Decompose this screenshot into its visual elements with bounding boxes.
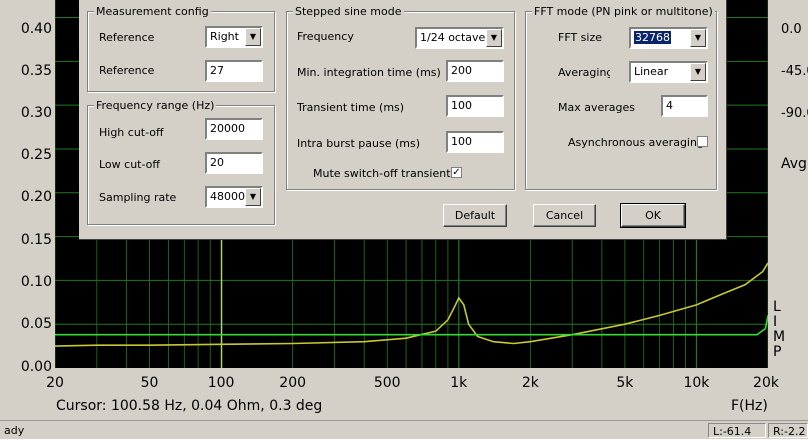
fft-size-value: 32768 [634,31,671,44]
stepped-sine-group: Stepped sine mode Frequency 1/24 octave … [286,5,515,190]
reference-value-input[interactable]: 27 [205,60,263,82]
y-tick: 0.00 [20,359,52,375]
default-button[interactable]: Default [443,204,507,227]
fft-size-select[interactable]: 32768 ▼ [629,27,708,49]
fft-mode-group: FFT mode (PN pink or multitone) FFT size… [525,5,717,190]
sampling-rate-label: Sampling rate [99,191,177,204]
group-title: Frequency range (Hz) [94,99,217,112]
x-tick: 20 [46,375,64,391]
y-tick: 0.20 [20,189,52,205]
y-tick: 0.35 [20,63,52,79]
y-tick: 0.15 [20,232,52,248]
max-averages-label: Max averages [558,101,635,114]
chevron-down-icon[interactable]: ▼ [245,28,261,46]
cursor-readout: Cursor: 100.58 Hz, 0.04 Ohm, 0.3 deg [56,398,323,414]
mute-transients-label: Mute switch-off transients [313,167,457,180]
analyzer-window: 0.40 0.35 0.30 0.25 0.20 0.15 0.10 0.05 … [0,0,808,438]
min-integration-label: Min. integration time (ms) [297,66,441,79]
reference-channel-label: Reference [99,31,155,44]
averaging-select[interactable]: Linear ▼ [629,61,708,83]
group-title: Measurement config [94,5,211,18]
intra-burst-pause-input[interactable]: 100 [446,131,504,153]
sampling-rate-select[interactable]: 48000 ▼ [205,186,263,208]
phase-tick: -90.0 [781,106,808,121]
x-tick: 2k [521,375,539,391]
measurement-config-group: Measurement config Reference Right ▼ Ref… [87,5,275,92]
frequency-step-select[interactable]: 1/24 octave ▼ [415,27,504,49]
status-text: ady [4,424,25,437]
averaging-label: Averaging [558,66,610,79]
group-title: Stepped sine mode [293,5,404,18]
reference-channel-value: Right [210,30,239,43]
y-tick: 0.10 [20,274,52,290]
low-cutoff-input[interactable]: 20 [205,152,263,174]
reference-channel-select[interactable]: Right ▼ [205,26,263,48]
x-tick: 10k [683,375,710,391]
x-tick: 1k [450,375,468,391]
phase-tick: -45.0 [781,64,808,79]
chevron-down-icon[interactable]: ▼ [245,188,261,206]
frequency-step-value: 1/24 octave [420,31,486,44]
chevron-down-icon[interactable]: ▼ [690,63,706,81]
group-title: FFT mode (PN pink or multitone) [532,5,715,18]
averages-label: Avg:4 [781,156,808,172]
x-tick: 5k [616,375,634,391]
x-tick: 50 [140,375,159,391]
impedance-trace [55,262,768,347]
sampling-rate-value: 48000 [210,190,245,203]
x-tick: 100 [207,375,235,391]
fft-size-label: FFT size [558,31,603,44]
cancel-button[interactable]: Cancel [533,204,596,227]
frequency-range-group: Frequency range (Hz) High cut-off 20000 … [87,99,275,225]
averaging-value: Linear [634,65,669,78]
y-tick: 0.40 [20,21,52,37]
max-averages-input[interactable]: 4 [661,95,708,117]
settings-dialog: Measurement config Reference Right ▼ Ref… [79,0,727,240]
ok-button[interactable]: OK [620,203,686,228]
limp-label: LIMP [773,299,786,360]
y-tick: 0.30 [20,105,52,121]
left-level-readout: L:-61.4 [708,423,766,438]
transient-time-label: Transient time (ms) [297,101,405,114]
x-tick: 500 [373,375,401,391]
mute-transients-checkbox[interactable]: ✓ [451,167,462,178]
status-bar: ady L:-61.4 R:-2.2 [0,420,808,439]
x-axis-label: F(Hz) [731,398,768,414]
phase-tick: 0.0 [781,22,802,37]
phase-trace [55,315,768,336]
intra-burst-pause-label: Intra burst pause (ms) [297,137,421,150]
chevron-down-icon[interactable]: ▼ [486,29,502,47]
high-cutoff-label: High cut-off [99,126,164,139]
chevron-down-icon[interactable]: ▼ [690,29,706,47]
transient-time-input[interactable]: 100 [446,95,504,117]
async-averaging-checkbox[interactable] [697,136,708,147]
y-tick: 0.05 [20,316,52,332]
async-averaging-label: Asynchronous averaging [568,136,704,149]
low-cutoff-label: Low cut-off [99,158,160,171]
min-integration-input[interactable]: 200 [446,60,504,82]
reference-value-label: Reference [99,64,155,77]
y-tick: 0.25 [20,147,52,163]
frequency-step-label: Frequency [297,30,354,43]
x-tick: 20k [753,375,779,391]
high-cutoff-input[interactable]: 20000 [205,118,263,140]
right-level-readout: R:-2.2 [768,423,808,438]
x-tick: 200 [279,375,307,391]
